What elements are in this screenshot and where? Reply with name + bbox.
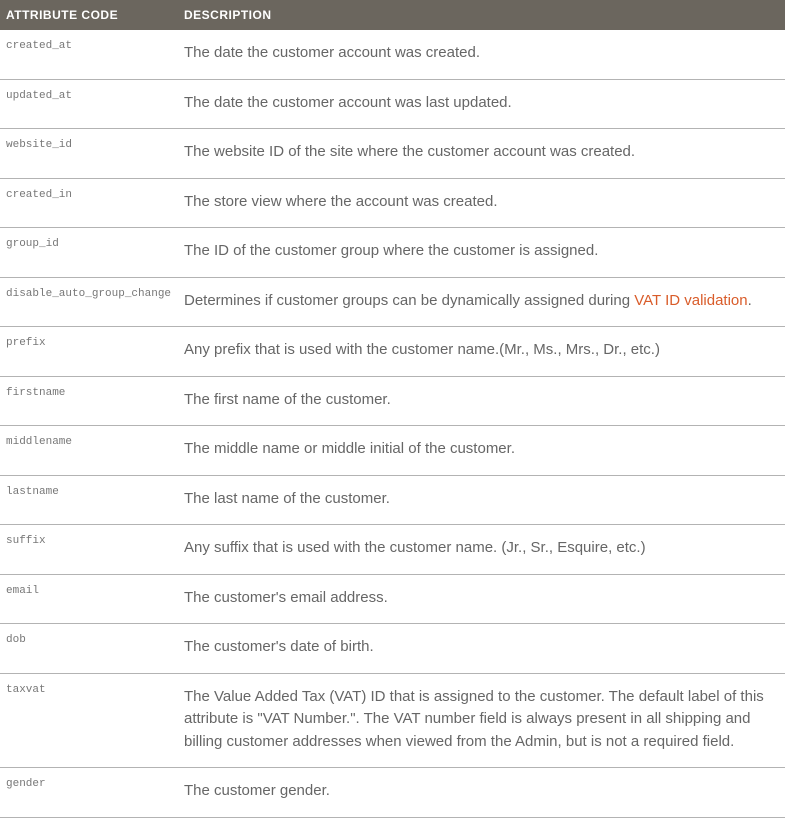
table-row: disable_auto_group_change Determines if c… — [0, 277, 785, 327]
description-cell: Any prefix that is used with the custome… — [178, 327, 785, 377]
description-cell: The last name of the customer. — [178, 475, 785, 525]
description-cell: The date the customer account was create… — [178, 30, 785, 79]
attribute-code-cell: suffix — [0, 525, 178, 575]
table-row: prefixAny prefix that is used with the c… — [0, 327, 785, 377]
description-cell: The customer's email address. — [178, 574, 785, 624]
table-header-row: ATTRIBUTE CODE DESCRIPTION — [0, 0, 785, 30]
table-row: created_atThe date the customer account … — [0, 30, 785, 79]
attribute-code-cell: prefix — [0, 327, 178, 377]
description-cell: Determines if customer groups can be dyn… — [178, 277, 785, 327]
description-text-post: . — [748, 292, 752, 309]
table-row: updated_atThe date the customer account … — [0, 79, 785, 129]
attribute-code-cell: gender — [0, 768, 178, 818]
table-row: middlenameThe middle name or middle init… — [0, 426, 785, 476]
description-cell: The store view where the account was cre… — [178, 178, 785, 228]
attribute-code-cell: website_id — [0, 129, 178, 179]
table-row: lastnameThe last name of the customer. — [0, 475, 785, 525]
description-cell: The website ID of the site where the cus… — [178, 129, 785, 179]
attribute-code-cell: created_at — [0, 30, 178, 79]
attribute-code-cell: updated_at — [0, 79, 178, 129]
attribute-code-cell: created_in — [0, 178, 178, 228]
attribute-code-cell: taxvat — [0, 673, 178, 768]
description-cell: The customer gender. — [178, 768, 785, 818]
description-cell: The Value Added Tax (VAT) ID that is ass… — [178, 673, 785, 768]
header-attribute-code: ATTRIBUTE CODE — [0, 0, 178, 30]
description-cell: The customer's date of birth. — [178, 624, 785, 674]
attribute-code-cell: dob — [0, 624, 178, 674]
attribute-code-cell: disable_auto_group_change — [0, 277, 178, 327]
table-row: taxvatThe Value Added Tax (VAT) ID that … — [0, 673, 785, 768]
description-cell: The date the customer account was last u… — [178, 79, 785, 129]
description-cell: The first name of the customer. — [178, 376, 785, 426]
table-row: created_inThe store view where the accou… — [0, 178, 785, 228]
description-cell: The middle name or middle initial of the… — [178, 426, 785, 476]
table-row: suffixAny suffix that is used with the c… — [0, 525, 785, 575]
table-row: website_idThe website ID of the site whe… — [0, 129, 785, 179]
attribute-code-cell: middlename — [0, 426, 178, 476]
attribute-code-cell: email — [0, 574, 178, 624]
attribute-code-cell: lastname — [0, 475, 178, 525]
vat-id-validation-link[interactable]: VAT ID validation — [634, 292, 747, 309]
table-row: group_idThe ID of the customer group whe… — [0, 228, 785, 278]
description-cell: The ID of the customer group where the c… — [178, 228, 785, 278]
table-row: genderThe customer gender. — [0, 768, 785, 818]
attribute-table: ATTRIBUTE CODE DESCRIPTION created_atThe… — [0, 0, 785, 818]
attribute-code-cell: firstname — [0, 376, 178, 426]
description-cell: Any suffix that is used with the custome… — [178, 525, 785, 575]
table-row: firstnameThe first name of the customer. — [0, 376, 785, 426]
header-description: DESCRIPTION — [178, 0, 785, 30]
table-body: created_atThe date the customer account … — [0, 30, 785, 817]
attribute-code-cell: group_id — [0, 228, 178, 278]
table-row: emailThe customer's email address. — [0, 574, 785, 624]
description-text-pre: Determines if customer groups can be dyn… — [184, 292, 634, 309]
table-row: dobThe customer's date of birth. — [0, 624, 785, 674]
